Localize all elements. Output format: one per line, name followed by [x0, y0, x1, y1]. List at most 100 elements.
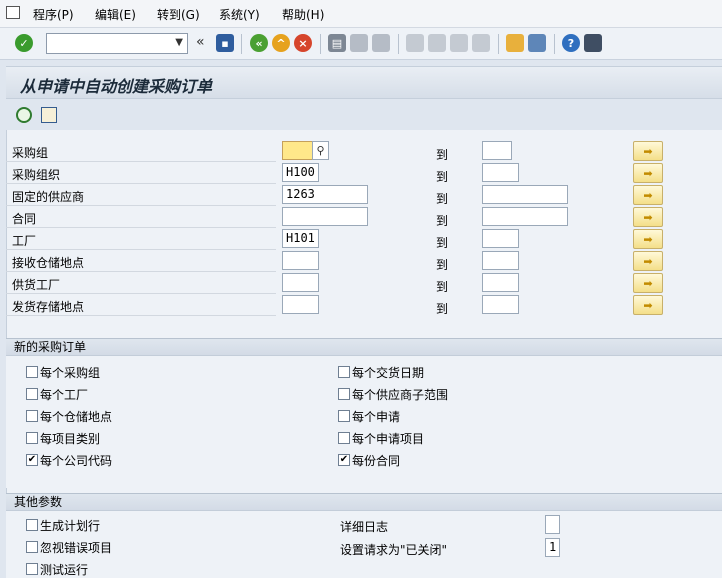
search-help-icon[interactable]: ⚲ [312, 141, 329, 160]
field-from-input[interactable] [282, 273, 319, 292]
variant-icon[interactable] [41, 107, 57, 123]
checkbox-label: 每份合同 [352, 454, 401, 468]
field-label: 发货存储地点 [12, 300, 85, 314]
field-from-input[interactable]: H100 [282, 163, 319, 182]
checkbox[interactable] [26, 432, 38, 444]
checkbox[interactable] [26, 563, 38, 575]
field-label: 合同 [12, 212, 37, 226]
menu-help[interactable]: 帮助(H) [282, 6, 324, 23]
execute-icon[interactable] [16, 107, 32, 123]
print-icon[interactable]: ▤ [328, 34, 346, 52]
first-page-icon[interactable] [406, 34, 424, 52]
checkbox[interactable] [26, 519, 38, 531]
detail-log-label: 详细日志 [340, 520, 389, 534]
next-page-icon[interactable] [450, 34, 468, 52]
save-icon[interactable]: ▪ [216, 34, 234, 52]
checkbox[interactable] [26, 388, 38, 400]
help-icon[interactable]: ? [562, 34, 580, 52]
checkbox-label: 每个供应商子范围 [352, 388, 449, 402]
field-from-input[interactable] [282, 141, 314, 160]
row-divider [6, 227, 276, 228]
checkbox[interactable]: ✔ [338, 454, 350, 466]
group-new-po-title: 新的采购订单 [6, 339, 722, 356]
row-divider [6, 315, 276, 316]
field-to-input[interactable] [482, 251, 519, 270]
detail-log-field[interactable] [545, 515, 560, 534]
layout-menu-icon[interactable] [584, 34, 602, 52]
multiple-selection-button[interactable]: ➡ [633, 251, 663, 271]
previous-page-icon[interactable] [428, 34, 446, 52]
field-label: 采购组 [12, 146, 49, 160]
row-divider [6, 161, 276, 162]
field-from-input[interactable] [282, 207, 368, 226]
menu-bar: 程序(P) 编辑(E) 转到(G) 系统(Y) 帮助(H) [0, 0, 722, 28]
field-from-input[interactable]: 1263 [282, 185, 368, 204]
group-other-title: 其他参数 [6, 494, 722, 511]
multiple-selection-button[interactable]: ➡ [633, 273, 663, 293]
menu-program[interactable]: 程序(P) [33, 6, 74, 23]
arrow-right-icon: ➡ [643, 166, 653, 180]
arrow-right-icon: ➡ [643, 188, 653, 202]
field-to-input[interactable] [482, 295, 519, 314]
exit-icon[interactable]: ^ [272, 34, 290, 52]
command-field[interactable]: ▼ [46, 33, 188, 54]
checkbox-label: 每个仓储地点 [40, 410, 113, 424]
checkbox-label: 测试运行 [40, 563, 89, 577]
last-page-icon[interactable] [472, 34, 490, 52]
field-from-input[interactable]: H101 [282, 229, 319, 248]
find-next-icon[interactable] [372, 34, 390, 52]
chevron-down-icon[interactable]: ▼ [175, 37, 183, 48]
set-closed-field[interactable]: 1 [545, 538, 560, 557]
checkbox[interactable]: ✔ [26, 454, 38, 466]
checkbox[interactable] [26, 541, 38, 553]
field-to-input[interactable] [482, 207, 568, 226]
to-label: 到 [436, 148, 449, 162]
multiple-selection-button[interactable]: ➡ [633, 295, 663, 315]
standard-toolbar: ✓ ▼ « ▪ « ^ × ▤ ? [0, 28, 722, 60]
field-from-input[interactable] [282, 295, 319, 314]
to-label: 到 [436, 302, 449, 316]
checkbox[interactable] [26, 410, 38, 422]
checkbox[interactable] [338, 366, 350, 378]
find-icon[interactable] [350, 34, 368, 52]
checkbox-label: 每个公司代码 [40, 454, 113, 468]
to-label: 到 [436, 192, 449, 206]
checkbox-label: 每个申请项目 [352, 432, 425, 446]
menu-system[interactable]: 系统(Y) [219, 6, 260, 23]
back-icon[interactable]: « [250, 34, 268, 52]
menu-edit[interactable]: 编辑(E) [95, 6, 136, 23]
field-to-input[interactable] [482, 273, 519, 292]
menu-goto[interactable]: 转到(G) [157, 6, 200, 23]
multiple-selection-button[interactable]: ➡ [633, 207, 663, 227]
multiple-selection-button[interactable]: ➡ [633, 185, 663, 205]
field-to-input[interactable] [482, 141, 512, 160]
enter-check-icon[interactable]: ✓ [15, 34, 33, 52]
checkbox[interactable] [338, 410, 350, 422]
field-to-input[interactable] [482, 229, 519, 248]
field-label: 供货工厂 [12, 278, 61, 292]
multiple-selection-button[interactable]: ➡ [633, 229, 663, 249]
cancel-icon[interactable]: × [294, 34, 312, 52]
checkbox[interactable] [26, 366, 38, 378]
menu-icon[interactable] [6, 6, 20, 19]
field-to-input[interactable] [482, 163, 519, 182]
multiple-selection-button[interactable]: ➡ [633, 163, 663, 183]
row-divider [6, 249, 276, 250]
field-label: 采购组织 [12, 168, 61, 182]
to-label: 到 [436, 280, 449, 294]
new-session-icon[interactable] [506, 34, 524, 52]
checkbox[interactable] [338, 432, 350, 444]
page-title: 从申请中自动创建采购订单 [20, 77, 213, 96]
arrow-right-icon: ➡ [643, 210, 653, 224]
checkbox-label: 生成计划行 [40, 519, 101, 533]
checkbox[interactable] [338, 388, 350, 400]
collapse-icon[interactable]: « [196, 34, 205, 50]
row-divider [6, 293, 276, 294]
checkbox-label: 忽视错误项目 [40, 541, 113, 555]
row-divider [6, 205, 276, 206]
shortcut-icon[interactable] [528, 34, 546, 52]
field-from-input[interactable] [282, 251, 319, 270]
multiple-selection-button[interactable]: ➡ [633, 141, 663, 161]
field-to-input[interactable] [482, 185, 568, 204]
arrow-right-icon: ➡ [643, 254, 653, 268]
